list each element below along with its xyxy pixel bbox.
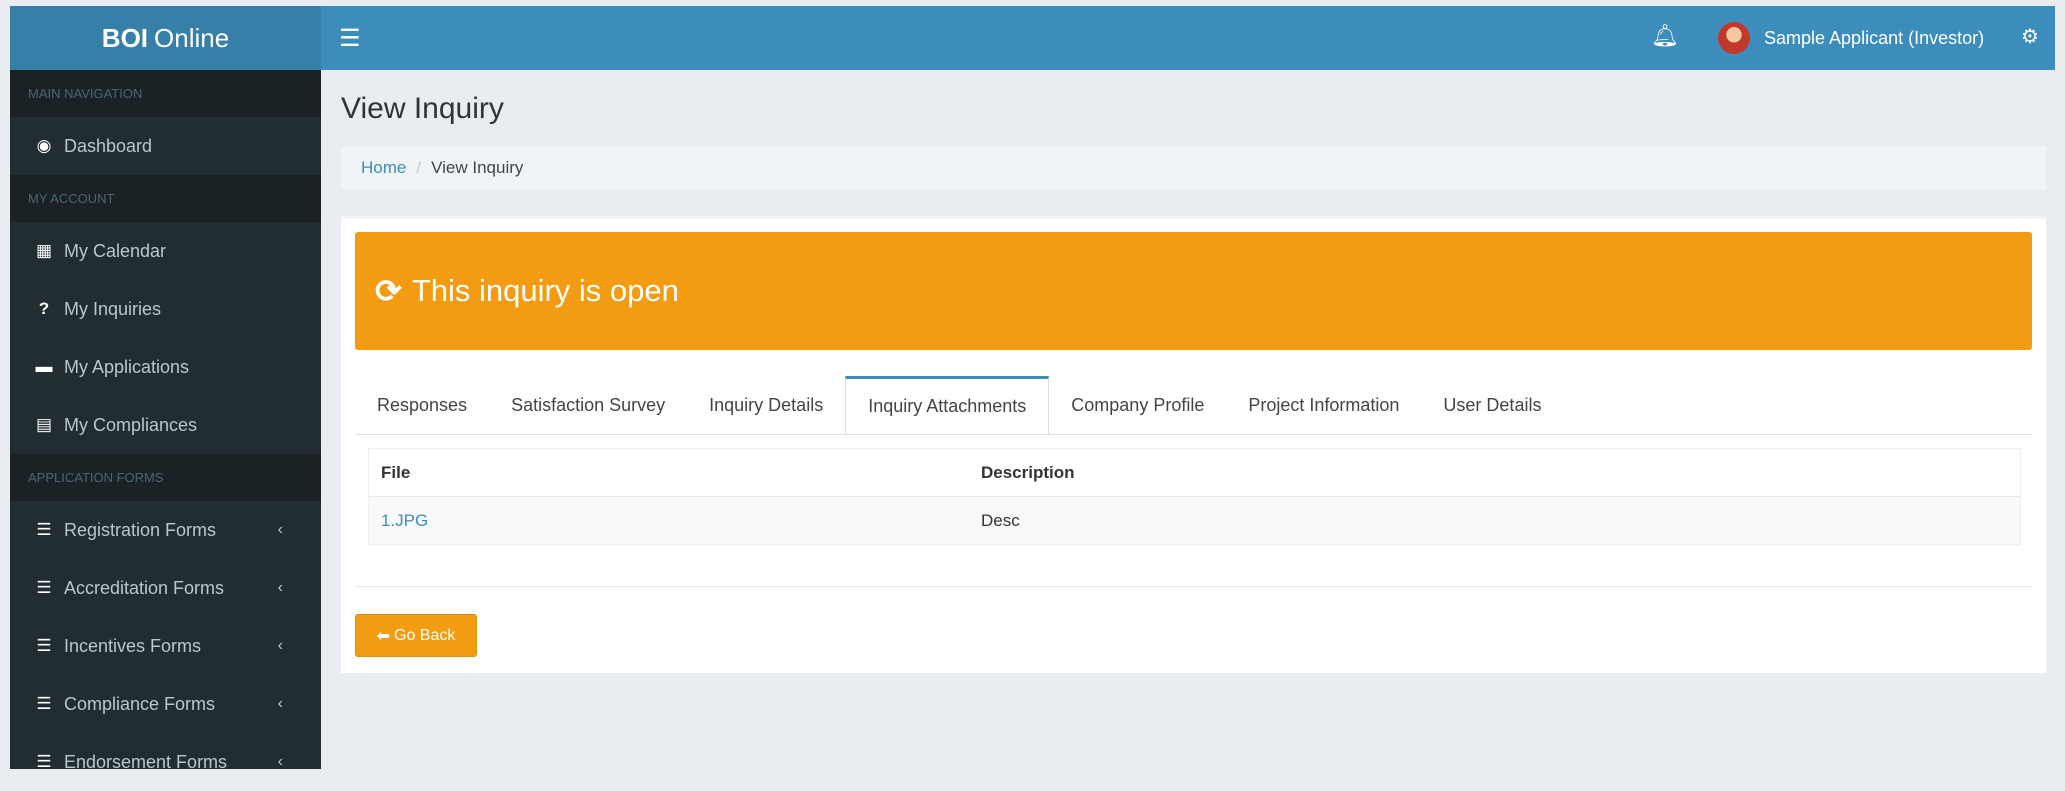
brand-logo[interactable]: BOI Online: [10, 6, 321, 70]
window-frame-left: [0, 0, 10, 769]
table-row: 1.JPG Desc: [369, 497, 2020, 544]
breadcrumb-home-link[interactable]: Home: [361, 158, 406, 178]
archive-icon: ▬: [35, 357, 53, 376]
brand-bold: BOI: [101, 22, 149, 53]
sidebar-item-label: My Compliances: [64, 414, 198, 435]
hamburger-menu-icon[interactable]: ☰: [339, 24, 361, 53]
sidebar-item-compliance-forms[interactable]: ☰ Compliance Forms ‹: [10, 675, 321, 733]
column-header-file: File: [381, 462, 411, 482]
breadcrumb-current: View Inquiry: [431, 158, 524, 177]
brand-rest: Online: [154, 22, 230, 53]
sidebar-item-label: Endorsement Forms: [64, 751, 228, 772]
sidebar-item-dashboard[interactable]: ◉ Dashboard: [10, 117, 321, 175]
chevron-left-icon: ‹: [277, 695, 283, 712]
notification-bell-icon[interactable]: 🔔︎: [1651, 23, 1679, 49]
tab-bar: Responses Satisfaction Survey Inquiry De…: [355, 376, 2032, 435]
sidebar-item-my-applications[interactable]: ▬ My Applications: [10, 338, 321, 396]
sidebar: BOI Online MAIN NAVIGATION ◉ Dashboard M…: [10, 6, 321, 772]
sidebar-item-label: Accreditation Forms: [64, 577, 225, 598]
avatar[interactable]: [1718, 22, 1750, 54]
sidebar-item-label: My Calendar: [64, 240, 167, 261]
file-link[interactable]: 1.JPG: [381, 511, 428, 530]
tab-project-information[interactable]: Project Information: [1226, 376, 1421, 434]
sidebar-item-my-compliances[interactable]: ▤ My Compliances: [10, 396, 321, 454]
tab-user-details[interactable]: User Details: [1421, 376, 1563, 434]
dashboard-icon: ◉: [36, 136, 52, 155]
nav-header-account: MY ACCOUNT: [10, 175, 321, 222]
document-icon: ▤: [35, 415, 53, 434]
breadcrumb: Home / View Inquiry: [341, 146, 2046, 190]
user-name[interactable]: Sample Applicant (Investor): [1764, 28, 1984, 49]
tab-company-profile[interactable]: Company Profile: [1049, 376, 1226, 434]
sidebar-item-my-inquiries[interactable]: ? My Inquiries: [10, 280, 321, 338]
top-navbar: ☰ 🔔︎ Sample Applicant (Investor) ⚙: [321, 6, 2055, 70]
inquiry-status-alert: ⟳ This inquiry is open: [355, 232, 2032, 350]
sidebar-item-registration-forms[interactable]: ☰ Registration Forms ‹: [10, 501, 321, 559]
tab-responses[interactable]: Responses: [355, 376, 489, 434]
nav-header-forms: APPLICATION FORMS: [10, 454, 321, 501]
list-icon: ☰: [36, 752, 52, 771]
sidebar-item-label: My Inquiries: [64, 298, 162, 319]
alert-text: This inquiry is open: [411, 273, 679, 308]
attachments-table: File Description 1.JPG Desc: [368, 448, 2021, 545]
sidebar-item-label: Incentives Forms: [64, 635, 202, 656]
sidebar-item-accreditation-forms[interactable]: ☰ Accreditation Forms ‹: [10, 559, 321, 617]
file-cell: 1.JPG: [369, 511, 969, 531]
list-icon: ☰: [36, 520, 52, 539]
chevron-left-icon: ‹: [277, 579, 283, 596]
tab-inquiry-attachments[interactable]: Inquiry Attachments: [845, 376, 1050, 434]
refresh-icon: ⟳: [375, 273, 402, 309]
arrow-left-icon: ⬅: [376, 627, 391, 645]
go-back-button[interactable]: ⬅ Go Back: [355, 614, 477, 657]
description-cell: Desc: [981, 510, 1020, 530]
nav-header-main: MAIN NAVIGATION: [10, 70, 321, 117]
sidebar-item-incentives-forms[interactable]: ☰ Incentives Forms ‹: [10, 617, 321, 675]
go-back-label: Go Back: [394, 626, 456, 644]
list-icon: ☰: [36, 578, 52, 597]
list-icon: ☰: [36, 636, 52, 655]
column-header-description: Description: [981, 462, 1075, 482]
chevron-left-icon: ‹: [277, 753, 283, 770]
sidebar-item-my-calendar[interactable]: ▦ My Calendar: [10, 222, 321, 280]
tab-inquiry-details[interactable]: Inquiry Details: [687, 376, 845, 434]
settings-gears-icon[interactable]: ⚙: [2021, 24, 2039, 49]
list-icon: ☰: [36, 694, 52, 713]
tab-satisfaction-survey[interactable]: Satisfaction Survey: [489, 376, 687, 434]
page-title: View Inquiry: [341, 92, 504, 125]
question-icon: ?: [38, 299, 50, 318]
table-header-row: File Description: [369, 449, 2020, 497]
chevron-left-icon: ‹: [277, 521, 283, 538]
divider: [355, 586, 2032, 587]
sidebar-item-label: Registration Forms: [64, 519, 217, 540]
chevron-left-icon: ‹: [277, 637, 283, 654]
sidebar-item-label: Compliance Forms: [64, 693, 216, 714]
calendar-icon: ▦: [35, 241, 53, 260]
sidebar-item-label: Dashboard: [64, 135, 153, 156]
breadcrumb-separator: /: [416, 158, 422, 177]
sidebar-item-endorsement-forms[interactable]: ☰ Endorsement Forms ‹: [10, 733, 321, 791]
sidebar-item-label: My Applications: [64, 356, 190, 377]
inquiry-box: ⟳ This inquiry is open Responses Satisfa…: [341, 216, 2046, 673]
